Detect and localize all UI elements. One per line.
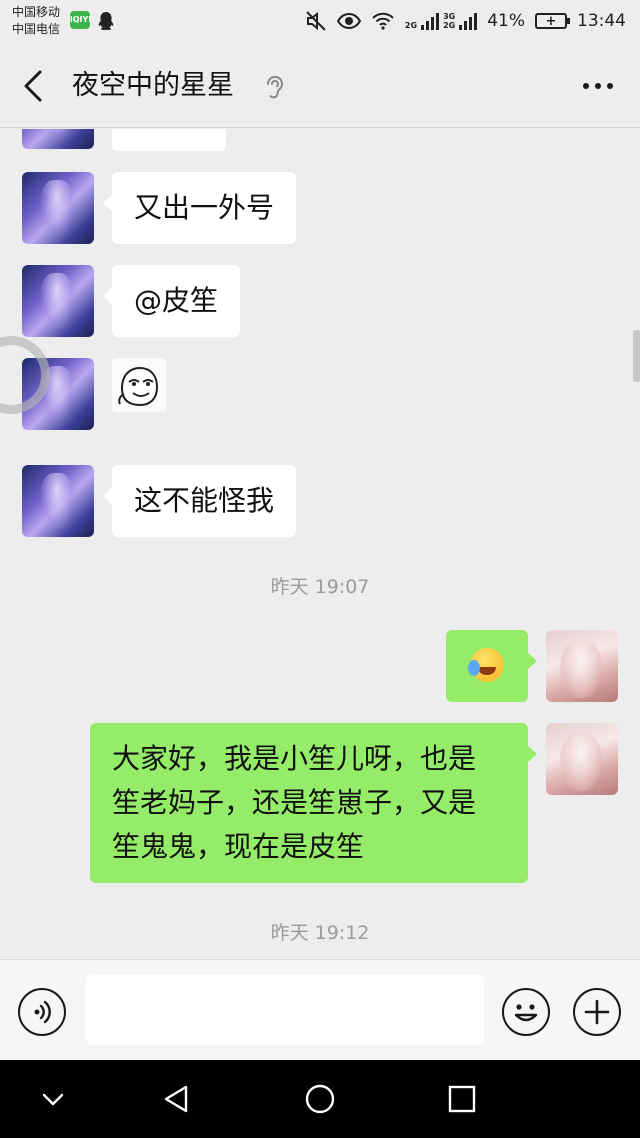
carrier-2: 中国电信 — [12, 22, 61, 36]
message-bubble[interactable]: 又出一外号 — [102, 172, 297, 244]
qq-icon — [96, 11, 116, 30]
mute-icon — [306, 11, 326, 31]
battery-icon: + — [535, 13, 570, 29]
avatar-left[interactable] — [22, 465, 94, 537]
net-type-3: 2G — [443, 21, 456, 30]
iqiyi-icon: iQIYI — [70, 11, 91, 29]
voice-icon[interactable] — [18, 988, 66, 1036]
more-icon[interactable] — [578, 74, 618, 98]
emoji-message-bubble[interactable] — [446, 630, 537, 702]
carrier-info: 中国移动 中国电信 — [12, 4, 60, 38]
message-bubble-partial — [112, 129, 226, 151]
avatar-left[interactable] — [22, 129, 94, 149]
message-bubble[interactable]: 大家好，我是小笙儿呀，也是 笙老妈子，还是笙崽子，又是 笙鬼鬼，现在是皮笙 — [90, 723, 537, 883]
net-type-2: 3G — [443, 12, 456, 21]
clock: 13:44 — [577, 11, 626, 31]
message-input[interactable] — [86, 975, 484, 1045]
message-line: 笙老妈子，还是笙崽子，又是 — [112, 786, 477, 819]
message-bubble[interactable]: @皮笙 — [102, 265, 241, 337]
recents-square-icon[interactable] — [445, 1082, 479, 1116]
message-bubble[interactable]: 这不能怪我 — [102, 465, 297, 537]
system-nav-bar — [0, 1060, 640, 1138]
chat-area[interactable]: 又出一外号 @皮笙 这不能怪我 昨天 19:07 大家好，我是小笙儿呀，也是 笙… — [0, 129, 640, 959]
net-type-1: 2G — [404, 21, 418, 30]
back-icon[interactable] — [20, 68, 50, 104]
wifi-icon — [372, 12, 394, 30]
timestamp: 昨天 19:12 — [270, 922, 370, 944]
message-text: 又出一外号 — [134, 191, 275, 224]
avatar-right[interactable] — [546, 723, 618, 795]
status-right: 2G 3G 2G 41% + 13:44 — [305, 8, 626, 34]
home-circle-icon[interactable] — [303, 1082, 337, 1116]
ear-icon — [262, 72, 286, 102]
avatar-left[interactable] — [22, 265, 94, 337]
smirk-face-sticker[interactable] — [112, 358, 166, 412]
eye-icon — [336, 12, 361, 30]
chat-title: 夜空中的星星 — [72, 70, 234, 101]
signal-icon: 2G 3G 2G — [404, 12, 478, 30]
emoji-icon[interactable] — [502, 988, 550, 1036]
collapse-icon[interactable] — [36, 1082, 70, 1116]
message-line: 笙鬼鬼，现在是皮笙 — [112, 830, 365, 863]
battery-percent: 41% — [487, 11, 525, 31]
avatar-left[interactable] — [22, 172, 94, 244]
back-triangle-icon[interactable] — [160, 1082, 194, 1116]
avatar-right[interactable] — [546, 630, 618, 702]
chat-header: 夜空中的星星 — [0, 44, 640, 128]
laugh-cry-emoji — [468, 648, 504, 682]
message-text: @皮笙 — [134, 284, 219, 317]
scrollbar-thumb[interactable] — [633, 330, 640, 382]
status-bar: 中国移动 中国电信 iQIYI 2G 3G 2G 41% + 13:44 — [0, 0, 640, 44]
message-text: 这不能怪我 — [134, 484, 275, 517]
carrier-1: 中国移动 — [12, 5, 61, 19]
plus-icon[interactable] — [573, 988, 621, 1036]
message-line: 大家好，我是小笙儿呀，也是 — [112, 742, 477, 775]
timestamp: 昨天 19:07 — [270, 576, 370, 598]
input-bar — [0, 959, 640, 1060]
